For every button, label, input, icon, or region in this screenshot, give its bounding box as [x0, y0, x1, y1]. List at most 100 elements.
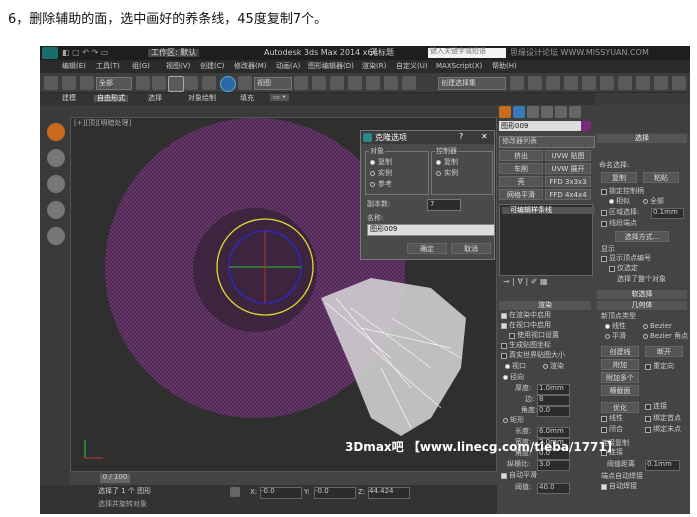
menu-graph-editors[interactable]: 图形编辑器(D) — [308, 63, 354, 70]
reference-coord-dropdown[interactable]: 视图 — [254, 77, 292, 90]
modifier-stack[interactable]: 可编辑样条线 — [499, 204, 596, 276]
material-editor-icon[interactable] — [600, 76, 614, 90]
window-crossing-icon[interactable] — [184, 76, 198, 90]
ok-button[interactable]: 确定 — [407, 243, 447, 254]
named-selection-dropdown[interactable]: 创建选择集 — [438, 77, 506, 90]
angle-snap-icon[interactable] — [348, 76, 362, 90]
time-slider[interactable]: 0 / 100 — [70, 472, 497, 485]
ribbon-tab-freeform[interactable]: 自由形式 — [94, 95, 128, 102]
reorient-check[interactable] — [645, 364, 651, 370]
enable-render-check[interactable] — [501, 313, 507, 319]
create-line-button[interactable]: 创建线 — [601, 346, 639, 357]
y-coord-field[interactable]: -0.0 — [314, 487, 356, 499]
move-icon[interactable] — [202, 76, 216, 90]
viewport-radio[interactable] — [505, 364, 510, 369]
x-coord-field[interactable]: -0.0 — [260, 487, 302, 499]
select-icon[interactable] — [136, 76, 150, 90]
area-select-check[interactable] — [601, 210, 607, 216]
attach-multiple-button[interactable]: 附加多个 — [601, 372, 639, 383]
lock-handles-check[interactable] — [601, 189, 607, 195]
select-by-name-icon[interactable] — [152, 76, 166, 90]
uvw-map-button[interactable]: UVW 贴图 — [545, 150, 591, 161]
render-setup-icon[interactable] — [618, 76, 632, 90]
scale-icon[interactable] — [238, 76, 252, 90]
rotate-icon[interactable] — [220, 76, 236, 92]
enable-viewport-check[interactable] — [501, 323, 507, 329]
object-color-swatch[interactable] — [581, 121, 591, 131]
segment-end-check[interactable] — [601, 221, 607, 227]
heart-icon[interactable] — [47, 201, 65, 219]
lock-icon[interactable] — [230, 487, 240, 497]
auto-weld-check[interactable] — [601, 484, 607, 490]
cross-section-button[interactable]: 横截面 — [601, 385, 639, 396]
menu-tools[interactable]: 工具(T) — [96, 63, 120, 70]
selection-rollout-header[interactable]: 选择 — [597, 134, 687, 143]
length-spinner[interactable]: 6.0mm — [537, 427, 570, 438]
bezier-radio[interactable] — [643, 324, 648, 329]
schematic-icon[interactable] — [582, 76, 596, 90]
area-select-spinner[interactable]: 0.1mm — [651, 208, 684, 219]
align-icon[interactable] — [528, 76, 542, 90]
link-icon[interactable] — [62, 76, 76, 90]
quick-access-icons[interactable]: ◧ ▢ ↶ ↷ ▭ — [62, 49, 108, 57]
ffd333-button[interactable]: FFD 3x3x3 — [545, 176, 591, 187]
all-radio[interactable] — [643, 199, 648, 204]
uvw-unwrap-button[interactable]: UVW 展开 — [545, 163, 591, 174]
ribbon-tab-populate[interactable]: 填充 — [240, 95, 254, 102]
controller-copy-radio[interactable] — [436, 160, 441, 165]
linear-radio[interactable] — [605, 324, 610, 329]
menu-group[interactable]: 组(G) — [132, 63, 150, 70]
aspect-spinner[interactable]: 3.0 — [537, 460, 570, 471]
sides-spinner[interactable]: 8 — [537, 395, 570, 406]
snap-icon[interactable] — [330, 76, 344, 90]
utilities-tab-icon[interactable] — [569, 106, 581, 118]
modify-tab-icon[interactable] — [513, 106, 525, 118]
radial-radio[interactable] — [503, 375, 508, 380]
optimize-button[interactable]: 优化 — [601, 402, 639, 413]
time-slider-thumb[interactable]: 0 / 100 — [100, 474, 130, 483]
motion-tab-icon[interactable] — [541, 106, 553, 118]
show-vertex-numbers-check[interactable] — [601, 256, 607, 262]
meshsmooth-button[interactable]: 网格平滑 — [499, 189, 543, 200]
shell-button[interactable]: 壳 — [499, 176, 543, 187]
object-copy-radio[interactable] — [370, 160, 375, 165]
linear2-check[interactable] — [601, 416, 607, 422]
object-instance-radio[interactable] — [370, 171, 375, 176]
ribbon-tab-selection[interactable]: 选择 — [148, 95, 162, 102]
display-tab-icon[interactable] — [555, 106, 567, 118]
z-coord-field[interactable]: 44.424 — [368, 487, 410, 499]
pivot-icon[interactable] — [294, 76, 308, 90]
bind-icon[interactable] — [80, 76, 94, 90]
layer-icon[interactable] — [546, 76, 560, 90]
bezier-corner-radio[interactable] — [643, 334, 648, 339]
geometry-rollout-header[interactable]: 几何体 — [597, 301, 687, 310]
extrude-button[interactable]: 挤出 — [499, 150, 543, 161]
copy-button[interactable]: 复制 — [601, 172, 637, 183]
graphite-icon[interactable] — [47, 123, 65, 141]
workspace-dropdown[interactable]: 工作区: 默认 — [148, 49, 200, 57]
dialog-help-icon[interactable]: ? — [459, 133, 463, 141]
ribbon-options-icon[interactable]: ▭ • — [270, 94, 289, 101]
soft-selection-rollout-header[interactable]: 软选择 — [597, 290, 687, 299]
stack-item[interactable]: 可编辑样条线 — [502, 207, 596, 214]
stack-tool-icons[interactable]: ⊸ | ∀ | ✐ ▦ — [503, 278, 548, 286]
dialog-close-icon[interactable]: ✕ — [481, 133, 488, 141]
modifier-list-dropdown[interactable]: 修改器列表 — [499, 136, 595, 148]
menu-create[interactable]: 创建(C) — [200, 63, 224, 70]
bind-last-check[interactable] — [645, 427, 651, 433]
mirror-icon[interactable] — [510, 76, 524, 90]
ffd444-button[interactable]: FFD 4x4x4 — [545, 189, 591, 200]
geo-threshold-spinner[interactable]: 0.1mm — [645, 460, 680, 471]
selection-filter-dropdown[interactable]: 全部 — [96, 77, 132, 90]
lathe-button[interactable]: 车削 — [499, 163, 543, 174]
break-button[interactable]: 断开 — [645, 346, 683, 357]
menu-modifiers[interactable]: 修改器(M) — [234, 63, 267, 70]
spinner-snap-icon[interactable] — [384, 76, 398, 90]
ribbon-tab-modeling[interactable]: 建模 — [62, 95, 76, 102]
closed-check[interactable] — [601, 427, 607, 433]
search-input[interactable]: 键入关键字或短语 — [428, 48, 506, 58]
menu-help[interactable]: 帮助(H) — [492, 63, 517, 70]
menu-view[interactable]: 视图(V) — [166, 63, 190, 70]
similar-radio[interactable] — [609, 199, 614, 204]
object-name-field[interactable]: 图形009 — [499, 121, 581, 131]
